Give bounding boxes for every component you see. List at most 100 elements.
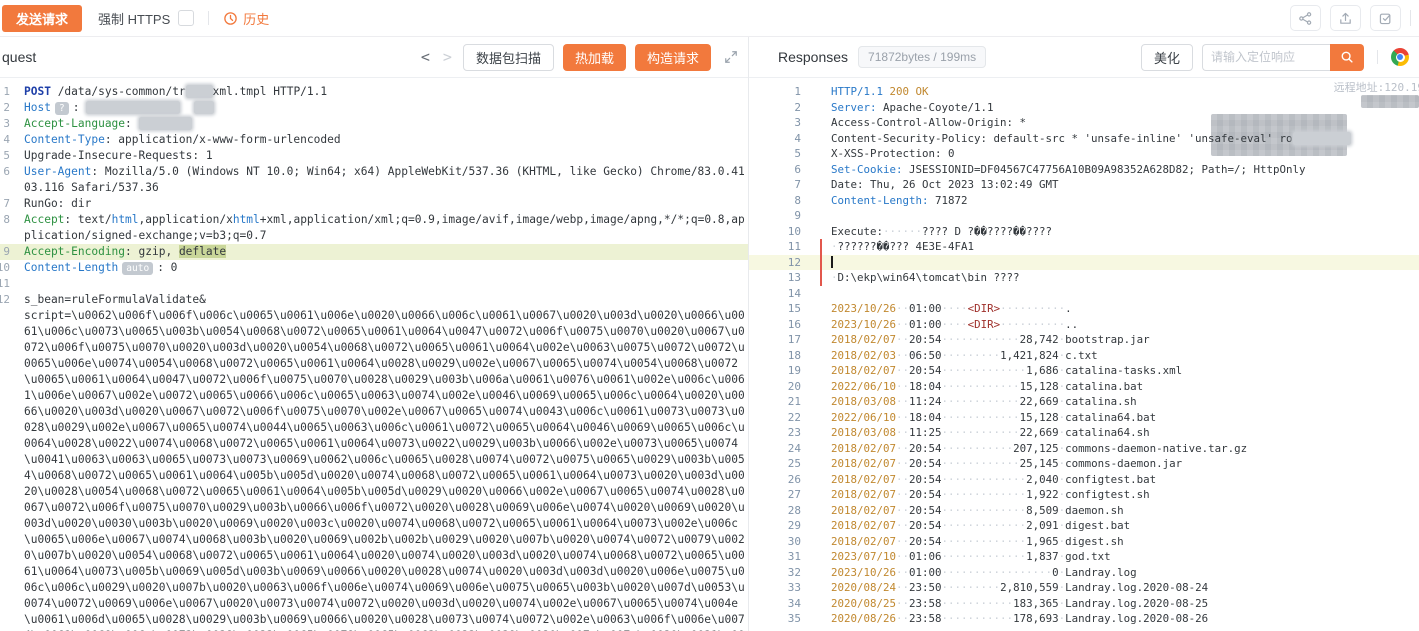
code-token: Access-Control-Allow-Origin: * [831,116,1026,129]
code-token: ·· [896,411,909,424]
code-content: X-XSS-Protection: 0 [831,146,1419,162]
line-number: 22 [749,410,801,426]
line-number: 10 [0,260,10,276]
line-number: 17 [749,332,801,348]
code-token: 2018/02/07 [831,457,896,470]
chrome-browser-icon[interactable] [1391,48,1409,66]
code-token: ·········· [1000,302,1065,315]
code-token: 1,837 [1026,550,1059,563]
line-number: 11 [749,239,801,255]
code-content: 2023/10/26··01:00····<DIR>··········. [831,301,1419,317]
code-token [180,101,193,114]
code-content: POST /data/sys-common/tr xml.tmpl HTTP/1… [24,84,748,100]
beautify-button[interactable]: 美化 [1141,44,1193,71]
locate-response-input[interactable] [1202,44,1330,71]
check-square-icon [1378,11,1393,26]
code-content: Content-Length: 71872 [831,193,1419,209]
code-token: ·· [896,581,909,594]
code-token: 23:58 [909,597,942,610]
line-number: 6 [0,164,10,180]
code-content: 2020/08/24··23:50·········2,810,559·Land… [831,580,1419,596]
fullscreen-button[interactable] [724,50,738,64]
code-token: ,application/x [139,213,233,226]
response-editor[interactable]: 远程地址:120.19 1HTTP/1.1 200 OK2Server: Apa… [749,78,1419,631]
history-next-button[interactable]: > [441,48,454,66]
code-line: 292018/02/07··20:54·············2,091·di… [749,518,1419,534]
search-button[interactable] [1330,44,1364,71]
code-content: 2018/02/07··20:54·············1,686·cata… [831,363,1419,379]
code-content: Host?: [24,100,748,116]
line-number: 8 [0,212,10,228]
code-token: catalina.sh [1065,395,1137,408]
redacted-blur [86,101,180,114]
history-prev-button[interactable]: < [419,48,432,66]
code-line: 10 Content-Lengthauto: 0 [0,260,748,276]
code-token: digest.bat [1065,519,1130,532]
code-token: catalina-tasks.xml [1065,364,1182,377]
code-token: 01:00 [909,566,942,579]
code-token: script=\u0062\u006f\u006f\u006c\u0065\u0… [24,309,745,631]
code-token: 25,145 [1020,457,1059,470]
edit-check-button[interactable] [1370,5,1401,31]
packet-scan-button[interactable]: 数据包扫描 [463,44,554,71]
code-line: 13·D:\ekp\win64\tomcat\bin ???? [749,270,1419,286]
code-token: <DIR> [968,302,1001,315]
share-button[interactable] [1290,5,1321,31]
code-token: ·· [896,457,909,470]
force-https-checkbox[interactable] [178,10,194,26]
code-token: god.txt [1065,550,1111,563]
construct-request-button[interactable]: 构造请求 [635,44,711,71]
code-token: 2018/02/07 [831,535,896,548]
code-token: 1,965 [1026,535,1059,548]
divider [208,11,209,25]
code-line: 2Host?: [0,100,748,116]
code-token: JSESSIONID=DF04567C47756A10B09A98352A628… [903,163,1306,176]
line-number: 13 [749,270,801,286]
code-line: 5X-XSS-Protection: 0 [749,146,1419,162]
export-button[interactable] [1330,5,1361,31]
force-https-label: 强制 HTTPS [98,9,170,28]
code-token: 20:54 [909,442,942,455]
code-token: : Mozilla/5.0 (Windows NT 10.0; Win64; x… [24,165,745,194]
line-number: 3 [0,116,10,132]
response-panel-header: Responses 71872bytes / 199ms 美化 [749,37,1419,78]
code-token: . [1065,302,1072,315]
code-content: HTTP/1.1 200 OK [831,84,1419,100]
code-token: 2,810,559 [1000,581,1059,594]
code-token: c.txt [1065,349,1098,362]
line-number: 4 [0,132,10,148]
line-number: 35 [749,611,801,627]
code-token: HTTP/1.1 [831,85,883,98]
code-line: 16 2023/10/26··01:00····<DIR>··········.. [749,317,1419,333]
top-toolbar: 发送请求 强制 HTTPS 历史 [0,0,1419,37]
code-token: 11:25 [909,426,942,439]
code-line: 8Accept: text/html,application/xhtml+xml… [0,212,748,244]
line-number: 19 [749,363,801,379]
line-number: 16 [749,317,801,333]
code-token: ················· [942,566,1053,579]
code-token: configtest.sh [1065,488,1150,501]
line-number: 30 [749,534,801,550]
code-token: Host [24,101,51,114]
code-line: 6Set-Cookie: JSESSIONID=DF04567C47756A10… [749,162,1419,178]
line-number: 10 [749,224,801,240]
code-token: ········· [942,349,1001,362]
history-button[interactable]: 历史 [223,9,269,28]
code-token: 2020/08/26 [831,612,896,625]
hot-reload-button[interactable]: 热加载 [563,44,626,71]
code-token: ······ [883,225,922,238]
send-request-button[interactable]: 发送请求 [2,5,82,32]
code-token: html [112,213,139,226]
code-content: Content-Lengthauto: 0 [24,260,748,276]
request-editor[interactable]: 1POST /data/sys-common/tr xml.tmpl HTTP/… [0,78,748,631]
code-token: ·· [896,302,909,315]
code-token: catalina.bat [1065,380,1143,393]
code-token: 1,421,824 [1000,349,1059,362]
code-token: ·· [896,488,909,501]
code-token: ············· [942,550,1027,563]
line-number: 15 [749,301,801,317]
code-content: 2023/10/26··01:00····<DIR>··········.. [831,317,1419,333]
code-token: Content-Type [24,133,105,146]
code-token: Content-Security-Policy: default-src * '… [831,132,1293,145]
line-number: 7 [0,196,10,212]
